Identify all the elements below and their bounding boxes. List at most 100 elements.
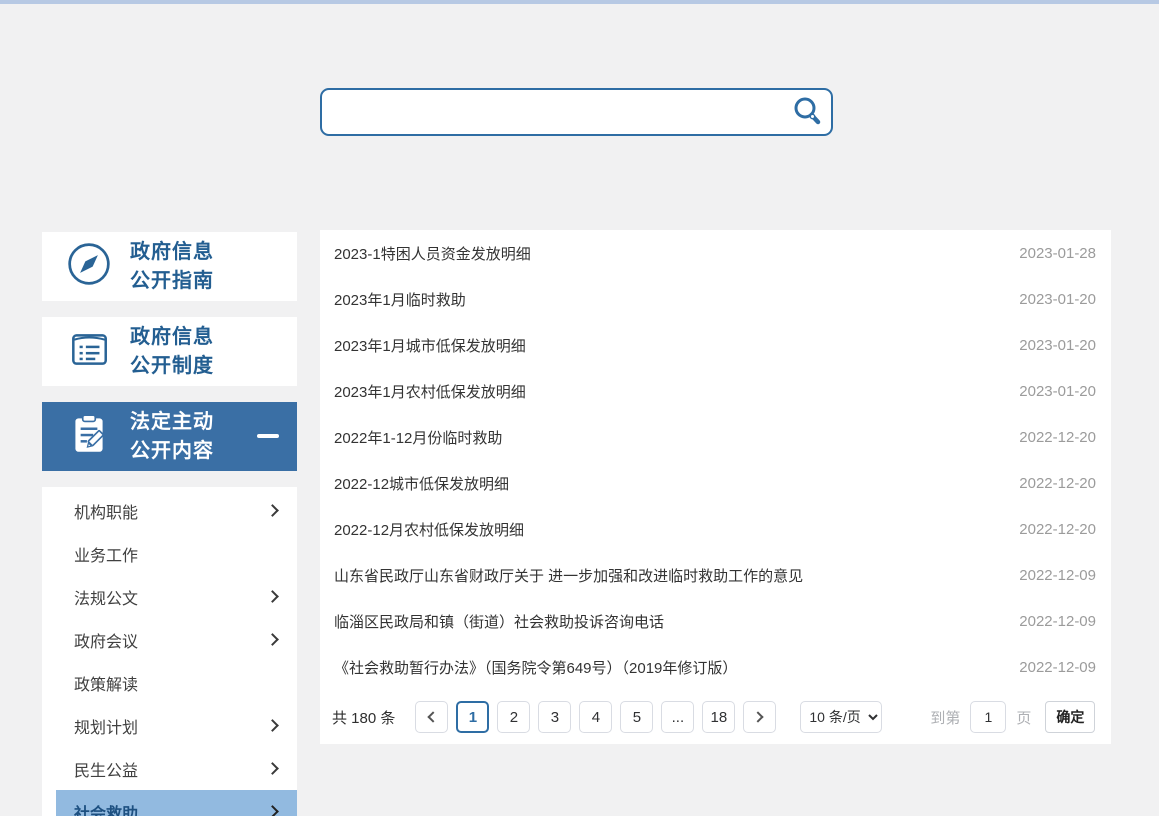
page-number-label: 3 <box>551 709 559 726</box>
search-input[interactable] <box>322 90 783 134</box>
chevron-right-icon <box>266 762 279 775</box>
article-list-item[interactable]: 2023年1月城市低保发放明细 2023-01-20 <box>320 322 1111 368</box>
sidebar-submenu-item[interactable]: 业务工作 <box>42 532 297 575</box>
article-list-item[interactable]: 山东省民政厅山东省财政厅关于 进一步加强和改进临时救助工作的意见 2022-12… <box>320 552 1111 598</box>
article-title[interactable]: 2023-1特困人员资金发放明细 <box>334 243 531 264</box>
compass-icon <box>66 241 112 292</box>
article-list: 2023-1特困人员资金发放明细 2023-01-28 2023年1月临时救助 … <box>320 230 1111 690</box>
page-number-label: 18 <box>711 709 728 726</box>
page-number-label: 2 <box>510 709 518 726</box>
article-title[interactable]: 山东省民政厅山东省财政厅关于 进一步加强和改进临时救助工作的意见 <box>334 565 803 586</box>
top-border-strip <box>0 0 1159 4</box>
page-number-label: 5 <box>633 709 641 726</box>
article-date: 2023-01-20 <box>1019 291 1096 308</box>
article-title[interactable]: 2023年1月农村低保发放明细 <box>334 381 526 402</box>
article-title[interactable]: 《社会救助暂行办法》（国务院令第649号）（2019年修订版） <box>334 657 737 678</box>
sidebar-submenu-item-label: 业务工作 <box>74 542 138 566</box>
search-button[interactable] <box>783 90 831 134</box>
sidebar-submenu-item[interactable]: 民生公益 <box>42 747 297 790</box>
article-date: 2023-01-20 <box>1019 337 1096 354</box>
chevron-right-icon <box>753 711 764 722</box>
chevron-right-icon <box>266 719 279 732</box>
chevron-right-icon <box>266 633 279 646</box>
chevron-left-icon <box>428 711 439 722</box>
sidebar-submenu-item-label: 民生公益 <box>74 757 138 781</box>
article-title[interactable]: 临淄区民政局和镇（街道）社会救助投诉咨询电话 <box>334 611 664 632</box>
search-icon <box>791 95 823 130</box>
article-list-item[interactable]: 2022-12城市低保发放明细 2022-12-20 <box>320 460 1111 506</box>
article-title[interactable]: 2022年1-12月份临时救助 <box>334 427 502 448</box>
sidebar-item-gov-info-guide[interactable]: 政府信息 公开指南 <box>42 232 297 301</box>
confirm-button[interactable]: 确定 <box>1045 701 1095 733</box>
page-number-button[interactable]: 5 <box>620 701 653 733</box>
document-icon <box>66 326 112 377</box>
sidebar-submenu-item[interactable]: 机构职能 <box>42 489 297 532</box>
goto-page-group: 到第 页 确定 <box>930 701 1095 733</box>
collapse-minus-icon[interactable] <box>257 434 279 438</box>
article-date: 2022-12-09 <box>1019 613 1096 630</box>
sidebar-submenu-item[interactable]: 规划计划 <box>42 704 297 747</box>
article-title[interactable]: 2023年1月临时救助 <box>334 289 466 310</box>
page-number-button[interactable]: 1 <box>456 701 489 733</box>
article-date: 2023-01-28 <box>1019 245 1096 262</box>
page-number-button[interactable]: 3 <box>538 701 571 733</box>
clipboard-pencil-icon <box>66 411 112 462</box>
sidebar-submenu-item[interactable]: 政策解读 <box>42 661 297 704</box>
sidebar-submenu-item-label: 政府会议 <box>74 628 138 652</box>
page: 政府信息 公开指南 政府信息 公开制度 <box>0 0 1159 816</box>
article-date: 2022-12-20 <box>1019 475 1096 492</box>
article-list-item[interactable]: 2022-12月农村低保发放明细 2022-12-20 <box>320 506 1111 552</box>
goto-suffix-label: 页 <box>1016 707 1031 728</box>
pagination-bar: 共 180 条 1 2 3 4 <box>320 690 1111 744</box>
sidebar: 政府信息 公开指南 政府信息 公开制度 <box>42 232 297 816</box>
sidebar-submenu-item[interactable]: 社会救助 <box>56 790 297 816</box>
sidebar-item-label: 法定主动 <box>130 408 214 437</box>
goto-prefix-label: 到第 <box>930 707 960 728</box>
article-date: 2022-12-09 <box>1019 659 1096 676</box>
sidebar-submenu: 机构职能 业务工作 法规公文 政府会议 <box>42 487 297 816</box>
sidebar-submenu-item[interactable]: 政府会议 <box>42 618 297 661</box>
article-title[interactable]: 2022-12月农村低保发放明细 <box>334 519 524 540</box>
page-size-select[interactable]: 10 条/页 <box>800 701 882 733</box>
sidebar-item-label: 政府信息 <box>130 238 214 267</box>
sidebar-item-gov-info-system[interactable]: 政府信息 公开制度 <box>42 317 297 386</box>
prev-page-button[interactable] <box>415 701 448 733</box>
article-list-item[interactable]: 临淄区民政局和镇（街道）社会救助投诉咨询电话 2022-12-09 <box>320 598 1111 644</box>
goto-page-input[interactable] <box>970 701 1006 733</box>
article-date: 2022-12-20 <box>1019 521 1096 538</box>
page-number-label: 4 <box>592 709 600 726</box>
content-panel: 2023-1特困人员资金发放明细 2023-01-28 2023年1月临时救助 … <box>320 230 1111 744</box>
page-number-button[interactable]: ... <box>661 701 694 733</box>
page-number-button[interactable]: 18 <box>702 701 735 733</box>
article-title[interactable]: 2023年1月城市低保发放明细 <box>334 335 526 356</box>
sidebar-submenu-item-label: 法规公文 <box>74 585 138 609</box>
total-count-label: 共 180 条 <box>332 707 395 728</box>
article-date: 2022-12-09 <box>1019 567 1096 584</box>
sidebar-submenu-item-label: 机构职能 <box>74 499 138 523</box>
sidebar-item-label: 公开指南 <box>130 267 214 296</box>
sidebar-submenu-item[interactable]: 法规公文 <box>42 575 297 618</box>
chevron-right-icon <box>266 590 279 603</box>
article-date: 2023-01-20 <box>1019 383 1096 400</box>
article-list-item[interactable]: 2023年1月临时救助 2023-01-20 <box>320 276 1111 322</box>
article-date: 2022-12-20 <box>1019 429 1096 446</box>
article-title[interactable]: 2022-12城市低保发放明细 <box>334 473 509 494</box>
sidebar-item-statutory-disclosure[interactable]: 法定主动 公开内容 <box>42 402 297 471</box>
article-list-item[interactable]: 2023-1特困人员资金发放明细 2023-01-28 <box>320 230 1111 276</box>
sidebar-submenu-item-label: 政策解读 <box>74 671 138 695</box>
chevron-right-icon <box>266 504 279 517</box>
chevron-right-icon <box>266 805 279 816</box>
sidebar-submenu-item-label: 社会救助 <box>74 800 138 816</box>
next-page-button[interactable] <box>743 701 776 733</box>
sidebar-item-label: 公开内容 <box>130 437 214 466</box>
sidebar-item-label: 公开制度 <box>130 352 214 381</box>
page-number-button[interactable]: 2 <box>497 701 530 733</box>
sidebar-submenu-item-label: 规划计划 <box>74 714 138 738</box>
page-number-label: 1 <box>469 709 477 726</box>
article-list-item[interactable]: 2023年1月农村低保发放明细 2023-01-20 <box>320 368 1111 414</box>
page-number-button[interactable]: 4 <box>579 701 612 733</box>
page-number-label: ... <box>672 709 685 726</box>
sidebar-item-label: 政府信息 <box>130 323 214 352</box>
article-list-item[interactable]: 《社会救助暂行办法》（国务院令第649号）（2019年修订版） 2022-12-… <box>320 644 1111 690</box>
article-list-item[interactable]: 2022年1-12月份临时救助 2022-12-20 <box>320 414 1111 460</box>
